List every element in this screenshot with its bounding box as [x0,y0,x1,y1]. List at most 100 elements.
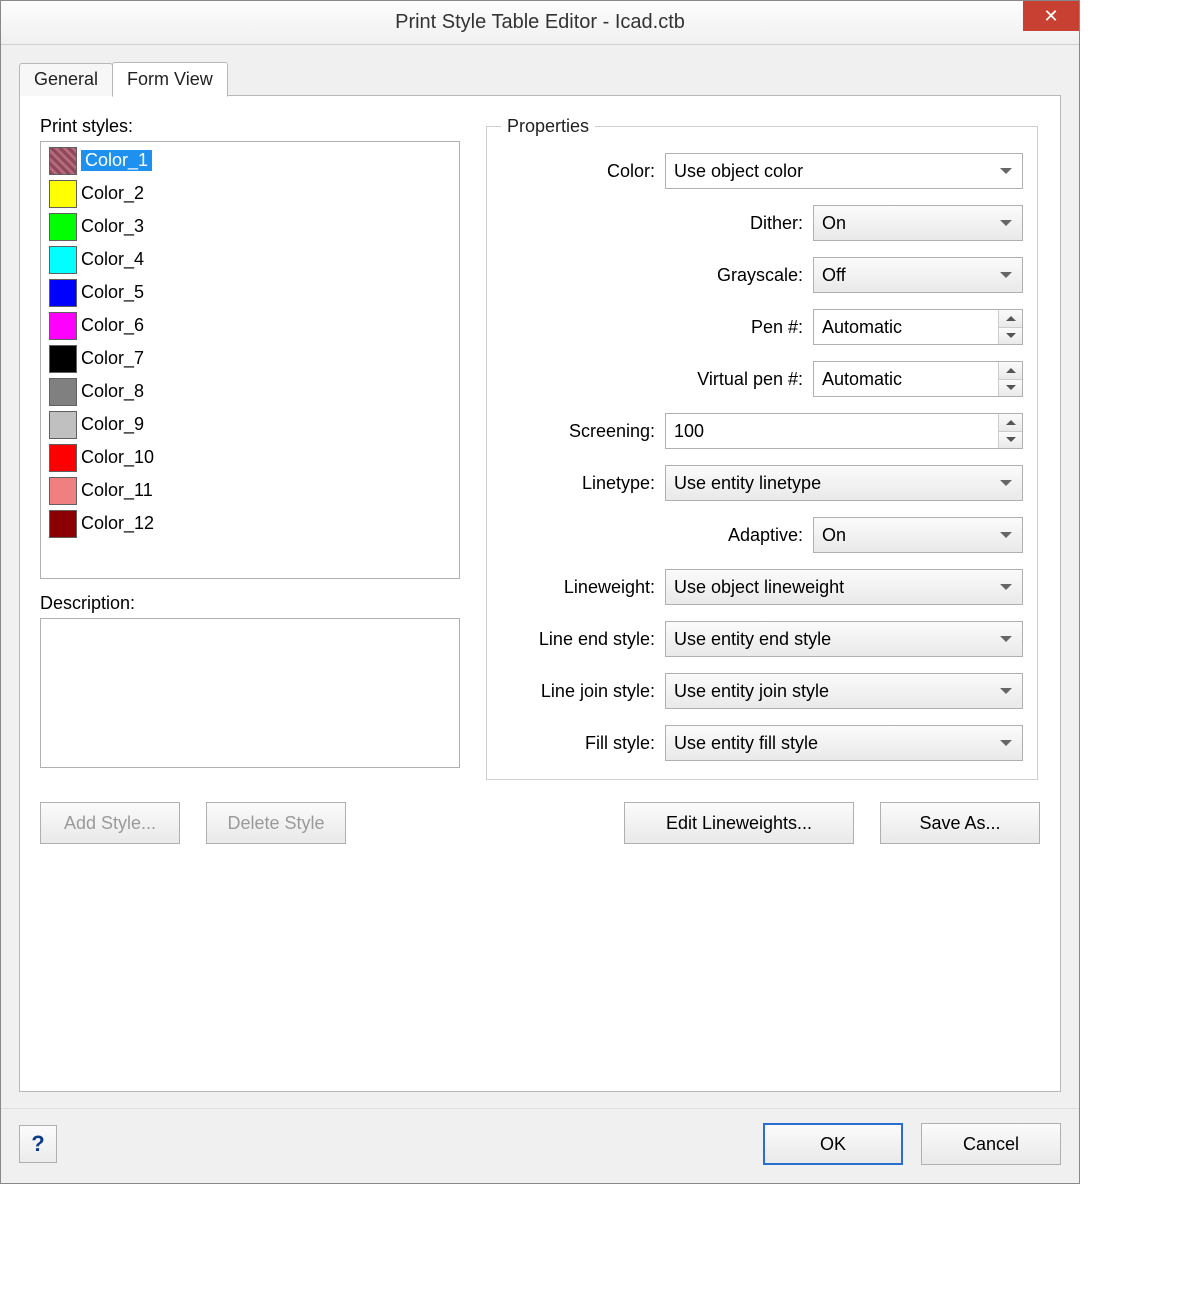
grayscale-dropdown[interactable]: Off [813,257,1023,293]
properties-legend: Properties [501,116,595,137]
dither-dropdown[interactable]: On [813,205,1023,241]
list-item-label: Color_4 [81,249,144,270]
screening-spin-up[interactable] [999,414,1022,431]
help-button[interactable]: ? [19,1125,57,1163]
line-end-value: Use entity end style [674,629,831,650]
ok-button[interactable]: OK [763,1123,903,1165]
chevron-down-icon [1006,333,1016,338]
delete-style-button[interactable]: Delete Style [206,802,346,844]
fill-value: Use entity fill style [674,733,818,754]
list-item-label: Color_9 [81,414,144,435]
pen-value: Automatic [822,317,902,338]
list-item[interactable]: Color_8 [41,375,459,408]
cancel-button[interactable]: Cancel [921,1123,1061,1165]
lineweight-dropdown[interactable]: Use object lineweight [665,569,1023,605]
list-item[interactable]: Color_4 [41,243,459,276]
color-swatch-icon [49,411,77,439]
linetype-value: Use entity linetype [674,473,821,494]
virtual-pen-label: Virtual pen #: [501,369,803,390]
list-item-label: Color_1 [81,150,152,171]
screening-spinner[interactable]: 100 [665,413,1023,449]
color-swatch-icon [49,444,77,472]
titlebar: Print Style Table Editor - Icad.ctb ✕ [1,1,1079,45]
chevron-up-icon [1006,316,1016,321]
color-swatch-icon [49,312,77,340]
fill-label: Fill style: [501,733,655,754]
screening-spin-down[interactable] [999,431,1022,449]
color-swatch-icon [49,180,77,208]
print-styles-label: Print styles: [40,116,460,137]
list-item[interactable]: Color_5 [41,276,459,309]
list-item-label: Color_2 [81,183,144,204]
list-item[interactable]: Color_1 [41,144,459,177]
chevron-up-icon [1006,368,1016,373]
color-label: Color: [501,161,655,182]
pen-spinner[interactable]: Automatic [813,309,1023,345]
color-dropdown[interactable]: Use object color [665,153,1023,189]
list-item-label: Color_12 [81,513,154,534]
list-item-label: Color_8 [81,381,144,402]
color-swatch-icon [49,279,77,307]
virtual-pen-spinner[interactable]: Automatic [813,361,1023,397]
list-item-label: Color_5 [81,282,144,303]
pen-spin-up[interactable] [999,310,1022,327]
fill-dropdown[interactable]: Use entity fill style [665,725,1023,761]
virtual-pen-spin-down[interactable] [999,379,1022,397]
list-item[interactable]: Color_6 [41,309,459,342]
virtual-pen-spin-up[interactable] [999,362,1022,379]
color-swatch-icon [49,246,77,274]
description-input[interactable] [40,618,460,768]
virtual-pen-value: Automatic [822,369,902,390]
lineweight-label: Lineweight: [501,577,655,598]
color-value: Use object color [674,161,803,182]
list-item[interactable]: Color_3 [41,210,459,243]
list-item[interactable]: Color_9 [41,408,459,441]
line-end-label: Line end style: [501,629,655,650]
help-icon: ? [31,1131,44,1157]
color-swatch-icon [49,378,77,406]
save-as-button[interactable]: Save As... [880,802,1040,844]
tab-form-view[interactable]: Form View [112,62,228,97]
tab-general[interactable]: General [19,63,113,96]
pen-label: Pen #: [501,317,803,338]
color-swatch-icon [49,147,77,175]
list-item[interactable]: Color_12 [41,507,459,540]
add-style-button[interactable]: Add Style... [40,802,180,844]
list-item-label: Color_3 [81,216,144,237]
close-button[interactable]: ✕ [1023,1,1079,31]
list-item[interactable]: Color_10 [41,441,459,474]
line-join-label: Line join style: [501,681,655,702]
chevron-down-icon [1006,385,1016,390]
color-swatch-icon [49,213,77,241]
chevron-up-icon [1006,420,1016,425]
tab-panel-form-view: Print styles: Color_1Color_2Color_3Color… [19,95,1061,1092]
screening-label: Screening: [501,421,655,442]
adaptive-dropdown[interactable]: On [813,517,1023,553]
color-swatch-icon [49,345,77,373]
adaptive-label: Adaptive: [501,525,803,546]
screening-value: 100 [674,421,704,442]
lineweight-value: Use object lineweight [674,577,844,598]
tabs-bar: General Form View [19,61,1061,96]
line-end-dropdown[interactable]: Use entity end style [665,621,1023,657]
chevron-down-icon [1006,437,1016,442]
adaptive-value: On [822,525,846,546]
dialog-button-bar: ? OK Cancel [1,1108,1079,1183]
list-item[interactable]: Color_7 [41,342,459,375]
grayscale-value: Off [822,265,846,286]
list-item[interactable]: Color_11 [41,474,459,507]
close-icon: ✕ [1043,7,1058,25]
list-item[interactable]: Color_2 [41,177,459,210]
pen-spin-down[interactable] [999,327,1022,345]
line-join-value: Use entity join style [674,681,829,702]
edit-lineweights-button[interactable]: Edit Lineweights... [624,802,854,844]
list-item-label: Color_7 [81,348,144,369]
description-label: Description: [40,593,460,614]
linetype-dropdown[interactable]: Use entity linetype [665,465,1023,501]
dither-value: On [822,213,846,234]
print-styles-listbox[interactable]: Color_1 Color_2 Color_3 Color_4 Color_5 Color… [40,141,460,579]
line-join-dropdown[interactable]: Use entity join style [665,673,1023,709]
properties-group: Properties Color: Use object color Dithe… [486,116,1038,780]
grayscale-label: Grayscale: [501,265,803,286]
client-area: General Form View Print styles: Color_1C… [1,45,1079,1108]
